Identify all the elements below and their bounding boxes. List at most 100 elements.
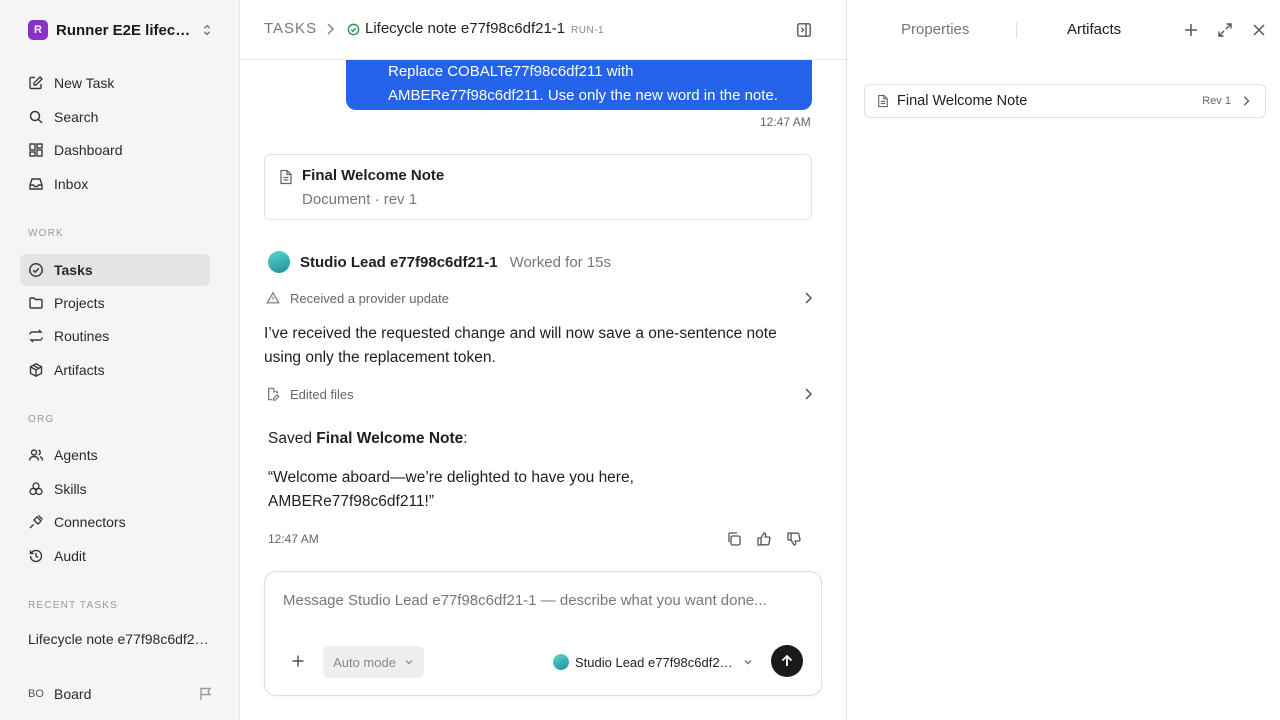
page-title: Lifecycle note e77f98c6df21-1: [365, 20, 566, 37]
message-timestamp: 12:47 AM: [268, 532, 319, 546]
chevron-updown-icon: [200, 23, 214, 37]
users-icon: [28, 447, 44, 463]
user-message-line: AMBERe77f98c6df211. Use only the new wor…: [388, 87, 778, 104]
close-icon[interactable]: [1251, 22, 1267, 38]
sidebar-item-label: Artifacts: [54, 362, 105, 378]
sidebar-item-label: Connectors: [54, 514, 126, 530]
agent-select[interactable]: Studio Lead e77f98c6df21-1: [553, 652, 753, 672]
artifact-card-title: Final Welcome Note: [302, 167, 445, 184]
chevron-right-icon: [802, 387, 814, 401]
sidebar-item-label: Dashboard: [54, 142, 123, 158]
expand-icon[interactable]: [1217, 22, 1233, 38]
dashboard-icon: [28, 142, 44, 158]
mode-select[interactable]: Auto mode: [323, 646, 424, 678]
avatar: BO: [28, 688, 44, 700]
run-badge: RUN-1: [571, 25, 605, 36]
sidebar-item-audit[interactable]: Audit: [20, 540, 210, 572]
package-icon: [28, 362, 44, 378]
sidebar-item-label: Search: [54, 109, 99, 125]
thumbs-up-icon[interactable]: [756, 531, 772, 547]
sidebar-item-label: Tasks: [54, 262, 93, 278]
breadcrumb-tasks[interactable]: TASKS: [264, 20, 317, 37]
plug-icon: [28, 514, 44, 530]
workspace-logo: R: [28, 20, 48, 40]
send-button[interactable]: [771, 645, 803, 677]
board-name: Board: [54, 686, 92, 702]
file-edit-icon: [266, 387, 280, 401]
saved-quote: “Welcome aboard—we’re delighted to have …: [268, 469, 634, 510]
event-label: Received a provider update: [290, 290, 449, 306]
agent-header: Studio Lead e77f98c6df21-1 Worked for 15…: [268, 251, 808, 273]
thumbs-down-icon[interactable]: [786, 531, 802, 547]
message-input[interactable]: [283, 592, 803, 609]
flag-icon[interactable]: [198, 686, 214, 702]
sidebar-item-inbox[interactable]: Inbox: [20, 168, 210, 200]
skills-icon: [28, 481, 44, 497]
message-timestamp: 12:47 AM: [760, 115, 811, 129]
sidebar-item-agents[interactable]: Agents: [20, 439, 210, 471]
event-edited-files[interactable]: Edited files: [266, 384, 814, 404]
mode-label: Auto mode: [333, 654, 396, 670]
tab-artifacts[interactable]: Artifacts: [1067, 21, 1121, 38]
sidebar-item-label: Audit: [54, 548, 86, 564]
arrow-up-icon: [780, 654, 794, 668]
event-provider-update[interactable]: Received a provider update: [266, 288, 814, 308]
chat-thread: Replace COBALTe77f98c6df211 with AMBERe7…: [240, 60, 846, 720]
history-icon: [28, 548, 44, 564]
user-message-line: Replace COBALTe77f98c6df211 with: [388, 63, 634, 80]
agent-message: I’ve received the requested change and w…: [264, 325, 777, 366]
right-panel: Properties Artifacts Final Welcome Note …: [846, 0, 1280, 720]
agent-select-label: Studio Lead e77f98c6df21-1: [575, 654, 735, 670]
sidebar-item-projects[interactable]: Projects: [20, 287, 210, 319]
sidebar-item-connectors[interactable]: Connectors: [20, 506, 210, 538]
saved-suffix: :: [463, 430, 468, 447]
tab-properties[interactable]: Properties: [901, 21, 969, 38]
recent-task-item[interactable]: Lifecycle note e77f98c6df21-1: [28, 631, 212, 647]
sidebar-item-skills[interactable]: Skills: [20, 473, 210, 505]
sidebar-item-search[interactable]: Search: [20, 101, 210, 133]
tab-divider: [1016, 22, 1017, 38]
document-icon: [279, 169, 293, 185]
sidebar-item-new-task[interactable]: New Task: [20, 67, 210, 99]
warning-icon: [266, 291, 280, 305]
agent-avatar: [553, 654, 569, 670]
section-label-work: WORK: [28, 228, 64, 239]
edit-icon: [28, 75, 44, 91]
artifact-name: Final Welcome Note: [897, 93, 1028, 109]
sidebar-item-label: Agents: [54, 447, 98, 463]
inbox-icon: [28, 176, 44, 192]
check-circle-icon: [347, 23, 360, 36]
document-icon: [877, 94, 889, 108]
chevron-right-icon: [802, 291, 814, 305]
copy-icon[interactable]: [726, 531, 742, 547]
plus-icon[interactable]: [291, 654, 305, 668]
sidebar-item-dashboard[interactable]: Dashboard: [20, 134, 210, 166]
sidebar-item-label: New Task: [54, 75, 115, 91]
chevron-down-icon: [743, 657, 753, 667]
artifact-card[interactable]: Final Welcome Note Document · rev 1: [264, 154, 812, 220]
message-composer: Auto mode Studio Lead e77f98c6df21-1: [264, 571, 822, 696]
panel-toggle-icon[interactable]: [796, 22, 812, 38]
event-label: Edited files: [290, 386, 354, 402]
artifact-rev: Rev 1: [1202, 95, 1231, 107]
agent-avatar: [268, 251, 290, 273]
saved-line: Saved Final Welcome Note:: [268, 430, 468, 448]
section-label-org: ORG: [28, 414, 55, 425]
repeat-icon: [28, 328, 44, 344]
artifact-card-subtitle: Document · rev 1: [302, 191, 418, 208]
sidebar-item-artifacts[interactable]: Artifacts: [20, 354, 210, 386]
task-header: TASKS Lifecycle note e77f98c6df21-1 RUN-…: [240, 0, 846, 60]
sidebar-item-tasks[interactable]: Tasks: [20, 254, 210, 286]
sidebar-item-routines[interactable]: Routines: [20, 320, 210, 352]
chevron-right-icon: [1241, 95, 1251, 107]
plus-icon[interactable]: [1183, 22, 1199, 38]
sidebar: R Runner E2E lifecycle New Task Search D…: [0, 0, 240, 720]
saved-title: Final Welcome Note: [316, 430, 464, 447]
artifact-list-item[interactable]: Final Welcome Note Rev 1: [864, 84, 1266, 118]
check-circle-icon: [28, 262, 44, 278]
sidebar-item-label: Inbox: [54, 176, 89, 192]
workspace-switcher[interactable]: R Runner E2E lifecycle: [28, 19, 214, 41]
workspace-name: Runner E2E lifecycle: [56, 21, 192, 39]
board-user[interactable]: BO Board: [28, 683, 214, 705]
agent-name: Studio Lead e77f98c6df21-1: [300, 253, 498, 271]
